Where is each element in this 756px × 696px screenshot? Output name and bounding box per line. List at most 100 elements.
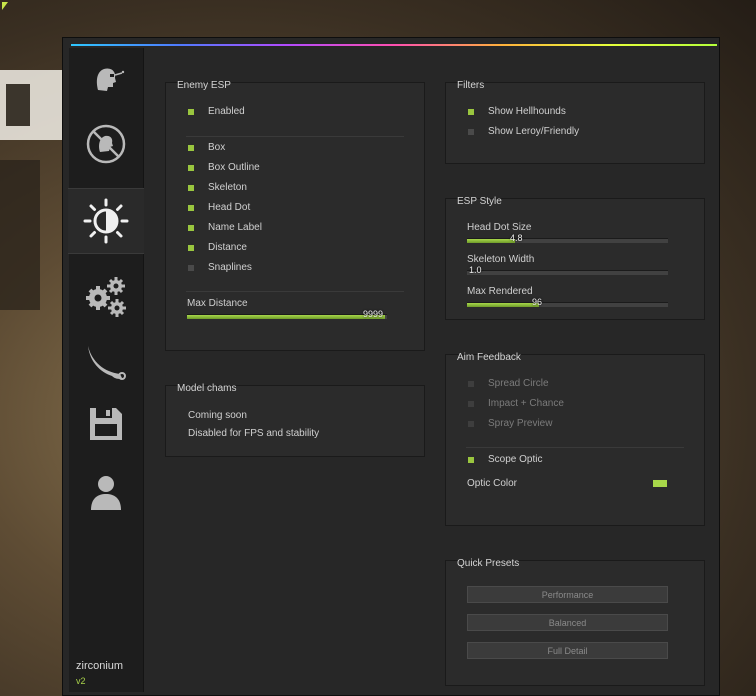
- slider-label: Skeleton Width: [467, 254, 535, 265]
- checkbox-label: Enabled: [208, 106, 245, 117]
- head-dot-size-slider[interactable]: 4.8: [467, 233, 668, 243]
- head-icon: [96, 68, 125, 91]
- checkbox-label: Snaplines: [208, 262, 252, 273]
- tab-visuals[interactable]: [68, 188, 144, 254]
- panel-title: Filters: [457, 80, 485, 91]
- checkbox-show-leroy[interactable]: Show Leroy/Friendly: [468, 126, 579, 137]
- checkbox-label: Spread Circle: [488, 378, 549, 389]
- aim-feedback-panel: Aim Feedback Spread Circle Impact + Chan…: [445, 352, 705, 526]
- checkbox-box-esp[interactable]: Box: [188, 142, 225, 153]
- checkbox-box[interactable]: [188, 204, 194, 211]
- background-sign-letter: [6, 84, 30, 126]
- checkbox-scope-optic[interactable]: Scope Optic: [468, 454, 542, 465]
- tab-config[interactable]: [69, 392, 143, 456]
- brand-version: v2: [76, 676, 86, 686]
- optic-color-label: Optic Color: [467, 478, 518, 489]
- tab-account[interactable]: [69, 460, 143, 524]
- slider-label: Max Distance: [187, 298, 248, 309]
- user-icon: [91, 476, 121, 510]
- gears-icon: [86, 277, 126, 317]
- cursor-icon: [2, 2, 8, 10]
- tab-knife[interactable]: [69, 328, 143, 392]
- checkbox-spread-circle[interactable]: Spread Circle: [468, 378, 549, 389]
- skeleton-width-slider[interactable]: 1.0: [467, 265, 668, 275]
- checkbox-box[interactable]: [468, 400, 474, 407]
- panel-title: Aim Feedback: [457, 352, 521, 363]
- preset-balanced-button[interactable]: Balanced: [467, 614, 668, 631]
- model-chams-panel: Model chams Coming soon Disabled for FPS…: [165, 383, 425, 457]
- no-visibility-icon: [86, 124, 126, 164]
- max-distance-slider[interactable]: 9999: [187, 309, 387, 319]
- slider-fill: [467, 239, 516, 243]
- checkbox-box[interactable]: [188, 164, 194, 171]
- filters-panel: Filters Show Hellhounds Show Leroy/Frien…: [445, 80, 705, 164]
- checkbox-box[interactable]: [188, 224, 194, 231]
- checkbox-box[interactable]: [468, 108, 474, 115]
- checkbox-box[interactable]: [468, 420, 474, 427]
- panel-title: ESP Style: [457, 196, 502, 207]
- checkbox-enabled[interactable]: Enabled: [188, 106, 245, 117]
- sidebar: zirconium v2: [68, 48, 144, 692]
- checkbox-box[interactable]: [188, 144, 194, 151]
- quick-presets-panel: Quick Presets Performance Balanced Full …: [445, 558, 705, 686]
- checkbox-box[interactable]: [188, 244, 194, 251]
- checkbox-label: Name Label: [208, 222, 262, 233]
- preset-full-detail-button[interactable]: Full Detail: [467, 642, 668, 659]
- checkbox-label: Spray Preview: [488, 418, 553, 429]
- checkbox-label: Scope Optic: [488, 454, 543, 465]
- checkbox-label: Distance: [208, 242, 247, 253]
- checkbox-distance[interactable]: Distance: [188, 242, 247, 253]
- checkbox-spray-preview[interactable]: Spray Preview: [468, 418, 552, 429]
- tab-visibility[interactable]: [69, 112, 143, 176]
- enemy-esp-panel: Enemy ESP Enabled Box Box Outline Skelet…: [165, 80, 425, 351]
- separator: [466, 447, 684, 448]
- checkbox-box-outline[interactable]: Box Outline: [188, 162, 260, 173]
- checkbox-skeleton[interactable]: Skeleton: [188, 182, 247, 193]
- preset-performance-button[interactable]: Performance: [467, 586, 668, 603]
- checkbox-label: Impact + Chance: [488, 398, 564, 409]
- background-shadow: [0, 160, 40, 310]
- checkbox-box[interactable]: [468, 380, 474, 387]
- slider-label: Head Dot Size: [467, 222, 532, 233]
- brand-name: zirconium: [76, 660, 124, 672]
- slider-label: Max Rendered: [467, 286, 533, 297]
- tab-settings[interactable]: [69, 264, 143, 328]
- panel-title: Quick Presets: [457, 558, 520, 569]
- checkbox-head-dot[interactable]: Head Dot: [188, 202, 250, 213]
- separator: [186, 291, 404, 292]
- checkbox-label: Box Outline: [208, 162, 260, 173]
- slider-fill: [467, 303, 540, 307]
- knife-icon: [88, 346, 126, 380]
- checkbox-impact-chance[interactable]: Impact + Chance: [468, 398, 564, 409]
- checkbox-name-label[interactable]: Name Label: [188, 222, 262, 233]
- menu-window: zirconium v2 Enemy ESP Enabled Box Box O…: [62, 37, 720, 696]
- rainbow-accent-bar: [71, 44, 717, 46]
- checkbox-snaplines[interactable]: Snaplines: [188, 262, 252, 273]
- checkbox-label: Box: [208, 142, 226, 153]
- panel-title: Enemy ESP: [177, 80, 231, 91]
- separator: [186, 136, 404, 137]
- slider-value: 96: [532, 297, 543, 307]
- checkbox-label: Head Dot: [208, 202, 251, 213]
- checkbox-box[interactable]: [188, 184, 194, 191]
- checkbox-box[interactable]: [468, 128, 474, 135]
- max-rendered-slider[interactable]: 96: [467, 297, 668, 307]
- panel-title: Model chams: [177, 383, 237, 394]
- checkbox-label: Skeleton: [208, 182, 247, 193]
- checkbox-box[interactable]: [188, 264, 194, 271]
- checkbox-show-hellhounds[interactable]: Show Hellhounds: [468, 106, 566, 117]
- save-icon: [90, 408, 122, 440]
- slider-value: 1.0: [469, 265, 482, 275]
- chams-note-text: Disabled for FPS and stability: [188, 428, 320, 439]
- tab-head[interactable]: [69, 48, 143, 112]
- optic-color-swatch[interactable]: [653, 480, 667, 487]
- slider-value: 9999: [363, 309, 384, 319]
- checkbox-box[interactable]: [468, 456, 474, 463]
- brand: zirconium v2: [76, 660, 123, 686]
- chams-status-text: Coming soon: [188, 410, 247, 421]
- brightness-icon: [83, 198, 129, 244]
- esp-style-panel: ESP Style Head Dot Size 4.8 Skeleton Wid…: [445, 196, 705, 320]
- checkbox-label: Show Hellhounds: [488, 106, 566, 117]
- checkbox-box[interactable]: [188, 108, 194, 115]
- slider-fill: [187, 315, 385, 319]
